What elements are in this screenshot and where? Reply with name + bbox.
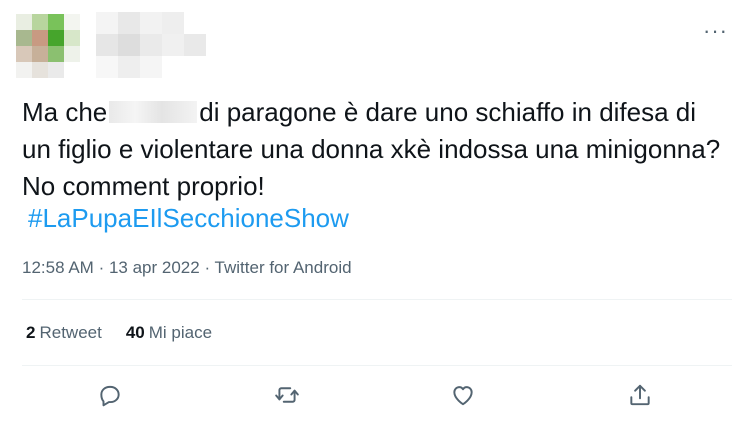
- share-button[interactable]: [627, 382, 653, 408]
- reply-button[interactable]: [97, 382, 123, 408]
- retweet-button[interactable]: [274, 382, 300, 408]
- tweet-time[interactable]: 12:58 AM: [22, 258, 94, 277]
- divider: [22, 299, 732, 300]
- tweet-source[interactable]: Twitter for Android: [215, 258, 352, 277]
- like-button[interactable]: [450, 382, 476, 408]
- meta-separator: ·: [98, 258, 105, 277]
- divider: [22, 365, 732, 366]
- retweets-label: Retweet: [39, 323, 102, 342]
- retweets-count: 2: [26, 323, 36, 342]
- tweet-date[interactable]: 13 apr 2022: [109, 258, 200, 277]
- tweet-metadata: 12:58 AM · 13 apr 2022 · Twitter for And…: [22, 258, 352, 278]
- likes-label: Mi piace: [148, 323, 213, 342]
- likes-stat[interactable]: 40 Mi piace: [126, 323, 212, 343]
- likes-count: 40: [125, 323, 145, 342]
- reply-icon: [100, 385, 120, 407]
- more-options-icon[interactable]: ···: [703, 20, 728, 42]
- hashtag-link[interactable]: #LaPupaEIlSecchioneShow: [28, 200, 349, 237]
- like-icon: [453, 386, 473, 406]
- share-icon: [630, 384, 650, 406]
- retweets-stat[interactable]: 2 Retweet: [26, 323, 102, 343]
- meta-separator: ·: [204, 258, 211, 277]
- avatar[interactable]: [16, 14, 80, 78]
- action-bar: [0, 382, 748, 412]
- tweet-text-start: Ma che: [22, 97, 108, 127]
- retweet-icon: [275, 387, 299, 403]
- user-name-blurred[interactable]: [96, 12, 206, 78]
- censored-word: [109, 101, 198, 123]
- tweet-stats: 2 Retweet 40 Mi piace: [26, 323, 212, 343]
- tweet-text: Ma che di paragone è dare uno schiaffo in…: [22, 94, 722, 205]
